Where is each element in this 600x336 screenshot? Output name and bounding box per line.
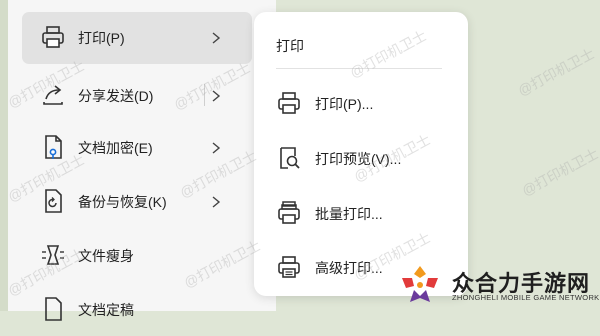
submenu-item-label: 批量打印...: [315, 206, 383, 222]
watermark: @打印机卫士: [515, 45, 598, 99]
menu-item-finalize[interactable]: 文档定稿: [22, 284, 252, 336]
advanced-print-icon: [278, 256, 300, 278]
menu-item-backup[interactable]: 备份与恢复(K): [22, 176, 252, 228]
submenu-item-label: 高级打印...: [315, 260, 383, 276]
menu-item-share[interactable]: 分享发送(D): [22, 70, 252, 122]
menu-item-label: 打印(P): [78, 30, 125, 46]
chevron-right-icon: [212, 196, 221, 208]
printer-icon: [42, 26, 64, 48]
submenu-item-batch-print[interactable]: 批量打印...: [268, 189, 454, 235]
share-icon: [43, 85, 63, 105]
backup-restore-icon: [45, 189, 62, 213]
menu-item-label: 备份与恢复(K): [78, 194, 167, 210]
menu-item-label: 文件瘦身: [78, 248, 134, 264]
chevron-right-icon: [212, 142, 221, 154]
document-lock-icon: [45, 135, 62, 159]
printer-icon: [278, 92, 300, 114]
divider: [204, 84, 205, 106]
chevron-right-icon: [212, 90, 221, 102]
divider: [276, 68, 442, 69]
submenu-title: 打印: [276, 38, 304, 54]
submenu-item-label: 打印预览(V)...: [315, 151, 402, 167]
menu-item-print[interactable]: 打印(P): [22, 12, 252, 64]
watermark: @打印机卫士: [519, 145, 600, 199]
menu-item-label: 文档加密(E): [78, 140, 153, 156]
background-strip: [0, 0, 8, 311]
print-preview-icon: [280, 147, 300, 169]
brand-logo-icon: [402, 266, 438, 302]
print-submenu: 打印 打印(P)... 打印预览(V)... 批量打印... 高级打印...: [254, 12, 468, 296]
file-menu-panel: 打印(P) 分享发送(D) 文档加密(E) 备份与恢复(K) 文件瘦身 文档定稿: [8, 0, 276, 321]
chevron-right-icon: [212, 32, 221, 44]
brand-subtitle: ZHONGHELI MOBILE GAME NETWORK: [452, 293, 600, 302]
menu-item-label: 文档定稿: [78, 302, 134, 318]
submenu-item-print[interactable]: 打印(P)...: [268, 79, 454, 125]
menu-item-encrypt[interactable]: 文档加密(E): [22, 122, 252, 174]
menu-item-file-slim[interactable]: 文件瘦身: [22, 230, 252, 282]
menu-item-label: 分享发送(D): [78, 88, 154, 104]
submenu-item-label: 打印(P)...: [315, 96, 374, 112]
file-slim-icon: [42, 245, 64, 265]
document-finalize-icon: [45, 297, 62, 321]
submenu-item-print-preview[interactable]: 打印预览(V)...: [268, 134, 454, 180]
batch-print-icon: [278, 201, 300, 224]
